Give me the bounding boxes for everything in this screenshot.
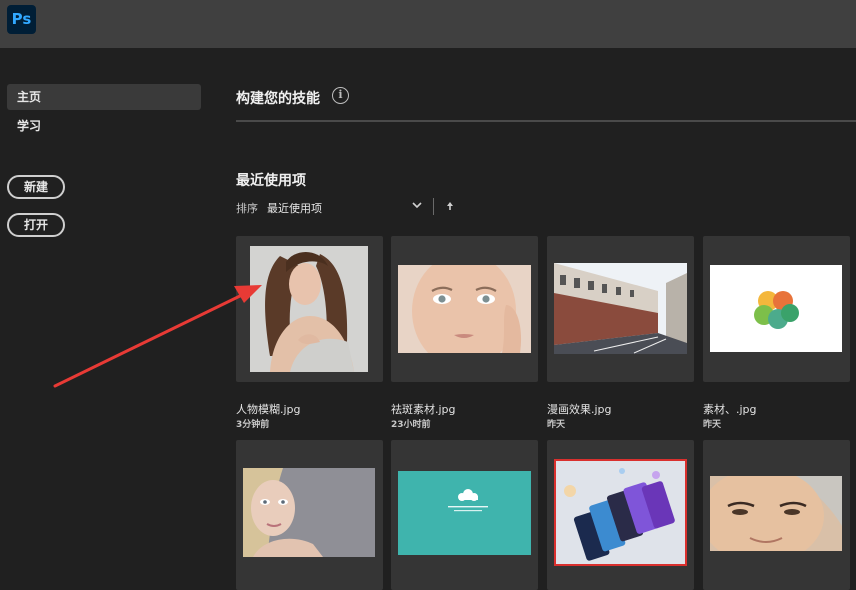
photoshop-logo: Ps [7, 5, 36, 34]
file-thumbnail [554, 263, 687, 354]
open-button[interactable]: 打开 [7, 213, 65, 237]
sort-label: 排序 [236, 202, 258, 215]
recent-file-card[interactable] [391, 236, 538, 382]
sidebar-item-learn[interactable]: 学习 [7, 113, 201, 139]
file-time: 昨天 [703, 420, 722, 430]
recent-file-card[interactable] [703, 236, 850, 382]
file-name[interactable]: 人物模糊.jpg [236, 401, 301, 417]
recent-file-card[interactable] [391, 440, 538, 590]
recent-file-card[interactable] [236, 236, 383, 382]
file-time: 昨天 [547, 420, 566, 430]
file-thumbnail [250, 246, 368, 372]
chevron-down-icon[interactable] [411, 199, 423, 211]
new-button[interactable]: 新建 [7, 175, 65, 199]
recent-file-card[interactable] [703, 440, 850, 590]
file-thumbnail [398, 471, 531, 555]
file-time: 23小时前 [391, 420, 431, 430]
divider [236, 120, 856, 122]
sort-ascending-icon[interactable] [445, 200, 455, 212]
file-thumbnail [554, 459, 687, 566]
sidebar: 主页 学习 新建 打开 [0, 48, 210, 590]
file-thumbnail [243, 468, 375, 557]
file-name[interactable]: 祛斑素材.jpg [391, 401, 456, 417]
file-thumbnail [710, 265, 842, 352]
recent-title: 最近使用项 [236, 173, 306, 189]
file-name[interactable]: 素材、.jpg [703, 401, 757, 417]
sort-divider [433, 198, 434, 215]
sort-dropdown[interactable]: 最近使用项 [267, 200, 322, 216]
file-thumbnail [398, 265, 531, 353]
recent-file-card[interactable] [547, 236, 694, 382]
skills-title: 构建您的技能 [236, 91, 320, 107]
file-name[interactable]: 漫画效果.jpg [547, 401, 612, 417]
title-bar: Ps [0, 0, 856, 48]
recent-file-card[interactable] [547, 440, 694, 590]
recent-file-card[interactable] [236, 440, 383, 590]
file-time: 3分钟前 [236, 420, 270, 430]
sidebar-item-home[interactable]: 主页 [7, 84, 201, 110]
info-icon[interactable]: i [332, 87, 349, 104]
file-thumbnail [710, 476, 842, 551]
